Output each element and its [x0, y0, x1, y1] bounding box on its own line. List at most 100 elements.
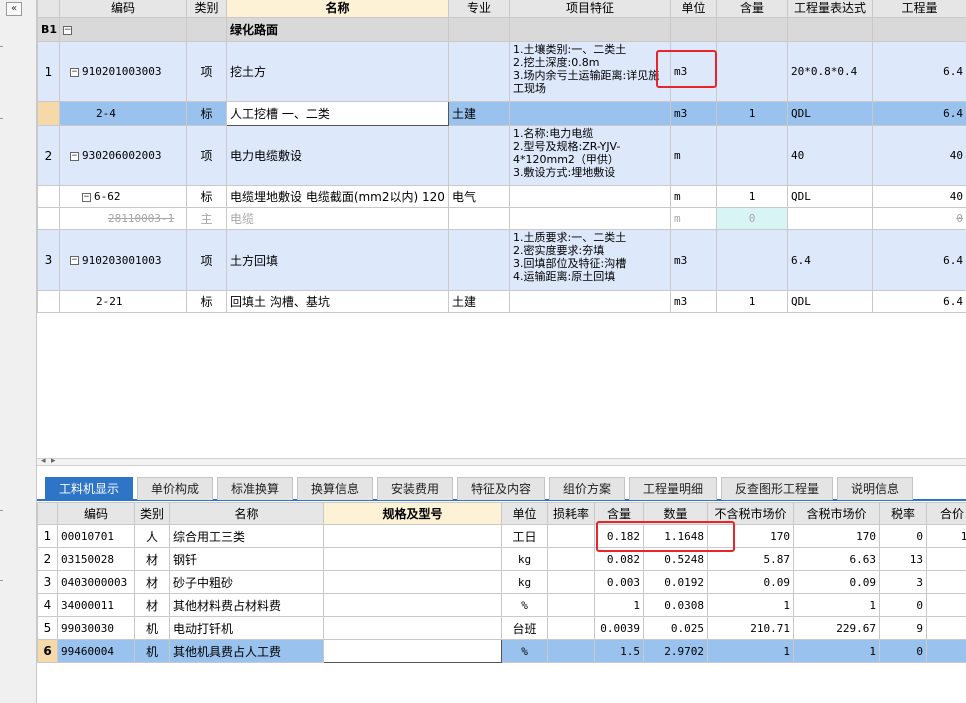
table-row[interactable]: 1 00010701 人 综合用工三类 工日 0.182 1.1648 170 … [37, 524, 966, 548]
table-row[interactable]: 4 34000011 材 其他材料费占材料费 % 1 0.0308 1 1 0 [37, 593, 966, 617]
tab-unit-price[interactable]: 单价构成 [137, 477, 213, 500]
row-no: 6 [37, 639, 58, 663]
collapse-toggle-icon[interactable]: − [70, 151, 79, 161]
table-row[interactable]: 2-21 标 回填土 沟槽、基坑 土建 m3 1 QDL 6.4 [37, 290, 966, 313]
table-row[interactable]: 2 −930206002003 项 电力电缆敷设 1.名称:电力电缆 2.型号及… [37, 125, 966, 186]
table-row[interactable]: 2 03150028 材 钢钎 kg 0.082 0.5248 5.87 6.6… [37, 547, 966, 571]
header-loss-rate[interactable]: 损耗率 [547, 502, 595, 525]
header-major[interactable]: 专业 [448, 0, 510, 18]
collapse-toggle-icon[interactable]: − [82, 192, 91, 202]
res-tax: 3 [879, 570, 927, 594]
res-price-ex: 1 [707, 593, 794, 617]
collapse-toggle-icon[interactable]: − [70, 67, 79, 77]
item-quantity: 0 [872, 207, 966, 230]
table-row[interactable]: 5 99030030 机 电动打钎机 台班 0.0039 0.025 210.7… [37, 616, 966, 640]
pane-splitter[interactable]: ◂ ▸ [37, 456, 966, 466]
row-no: 1 [37, 524, 58, 548]
row-no: 3 [37, 570, 58, 594]
item-unit: m3 [670, 290, 717, 313]
section-row[interactable]: B1 − 绿化路面 [37, 17, 966, 42]
section-empty [670, 17, 717, 42]
header-name[interactable]: 名称 [226, 0, 449, 18]
item-feature [509, 101, 671, 126]
table-row[interactable]: −6-62 标 电缆埋地敷设 电缆截面(mm2以内) 120 电气 m 1 QD… [37, 185, 966, 208]
header-rownum [37, 502, 58, 525]
item-quantity: 6.4 [872, 229, 966, 291]
row-no: 2 [37, 547, 58, 571]
table-row[interactable]: 28110003-1 主 电缆 m 0 0 [37, 207, 966, 230]
res-type: 材 [134, 570, 170, 594]
scroll-right-icon[interactable]: ▸ [51, 456, 56, 466]
table-row[interactable]: 3 0403000003 材 砂子中粗砂 kg 0.003 0.0192 0.0… [37, 570, 966, 594]
collapse-toggle-icon[interactable]: − [70, 256, 79, 265]
collapse-toggle-icon[interactable]: − [63, 25, 72, 35]
item-type: 项 [186, 229, 227, 291]
res-price-in: 1 [793, 593, 880, 617]
res-total: 19 [926, 524, 966, 548]
header-price-in-tax[interactable]: 含税市场价 [793, 502, 880, 525]
res-tax: 9 [879, 616, 927, 640]
row-no: 2 [37, 125, 60, 186]
item-name-editor[interactable]: 人工挖槽 一、二类 [226, 101, 449, 126]
tab-graphic-quantity[interactable]: 反查图形工程量 [721, 477, 833, 500]
header-spec[interactable]: 规格及型号 [323, 502, 502, 525]
tab-features[interactable]: 特征及内容 [457, 477, 545, 500]
res-ratio: 1 [594, 593, 644, 617]
bill-items-grid: 编码 类别 名称 专业 项目特征 单位 含量 工程量表达式 工程量 B1 − 绿… [37, 0, 966, 313]
item-major: 土建 [448, 290, 510, 313]
res-spec[interactable] [323, 570, 502, 594]
tab-pricing-plan[interactable]: 组价方案 [549, 477, 625, 500]
header-code[interactable]: 编码 [57, 502, 135, 525]
header-name[interactable]: 名称 [169, 502, 324, 525]
header-tax-rate[interactable]: 税率 [879, 502, 927, 525]
header-code[interactable]: 编码 [59, 0, 187, 18]
res-quantity: 0.025 [643, 616, 708, 640]
res-loss [547, 547, 595, 571]
res-spec-editor[interactable] [323, 639, 502, 663]
res-name: 砂子中粗砂 [169, 570, 324, 594]
table-row[interactable]: 1 −910201003003 项 挖土方 1.土壤类别:一、二类土 2.挖土深… [37, 41, 966, 102]
tab-quantity-detail[interactable]: 工程量明细 [629, 477, 717, 500]
res-name: 电动打钎机 [169, 616, 324, 640]
item-ratio[interactable]: 0 [716, 207, 788, 230]
res-spec[interactable] [323, 616, 502, 640]
header-type[interactable]: 类别 [134, 502, 170, 525]
header-expression[interactable]: 工程量表达式 [787, 0, 873, 18]
res-spec[interactable] [323, 547, 502, 571]
res-quantity: 0.0192 [643, 570, 708, 594]
item-ratio [716, 41, 788, 102]
res-type: 材 [134, 547, 170, 571]
res-code: 00010701 [57, 524, 135, 548]
row-no [37, 185, 60, 208]
section-empty [716, 17, 788, 42]
header-type[interactable]: 类别 [186, 0, 227, 18]
header-total[interactable]: 合价 [926, 502, 966, 525]
item-code: 28110003-1 [59, 207, 187, 230]
tab-install-cost[interactable]: 安装费用 [377, 477, 453, 500]
table-row[interactable]: 3 −910203001003 项 土方回填 1.土质要求:一、二类土 2.密实… [37, 229, 966, 291]
strip-tick [0, 118, 3, 119]
res-price-in: 6.63 [793, 547, 880, 571]
res-spec[interactable] [323, 593, 502, 617]
res-total [926, 593, 966, 617]
header-quantity[interactable]: 工程量 [872, 0, 966, 18]
item-major: 电气 [448, 185, 510, 208]
header-unit[interactable]: 单位 [670, 0, 717, 18]
tab-description[interactable]: 说明信息 [837, 477, 913, 500]
scroll-left-icon[interactable]: ◂ [41, 456, 46, 466]
res-tax: 0 [879, 593, 927, 617]
res-spec[interactable] [323, 524, 502, 548]
table-row-selected[interactable]: 2-4 标 人工挖槽 一、二类 土建 m3 1 QDL 6.4 [37, 101, 966, 126]
tab-labor-material-machine[interactable]: 工料机显示 [45, 477, 133, 500]
item-expression: 40 [787, 125, 873, 186]
res-unit: % [501, 639, 548, 663]
header-unit[interactable]: 单位 [501, 502, 548, 525]
item-major: 土建 [448, 101, 510, 126]
tab-conversion-info[interactable]: 换算信息 [297, 477, 373, 500]
tab-standard-conversion[interactable]: 标准换算 [217, 477, 293, 500]
header-ratio[interactable]: 含量 [716, 0, 788, 18]
item-feature: 1.土质要求:一、二类土 2.密实度要求:夯填 3.回填部位及特征:沟槽 4.运… [509, 229, 671, 291]
header-feature[interactable]: 项目特征 [509, 0, 671, 18]
collapse-panel-icon[interactable]: « [6, 2, 22, 16]
table-row-selected[interactable]: 6 99460004 机 其他机具费占人工费 % 1.5 2.9702 1 1 … [37, 639, 966, 663]
